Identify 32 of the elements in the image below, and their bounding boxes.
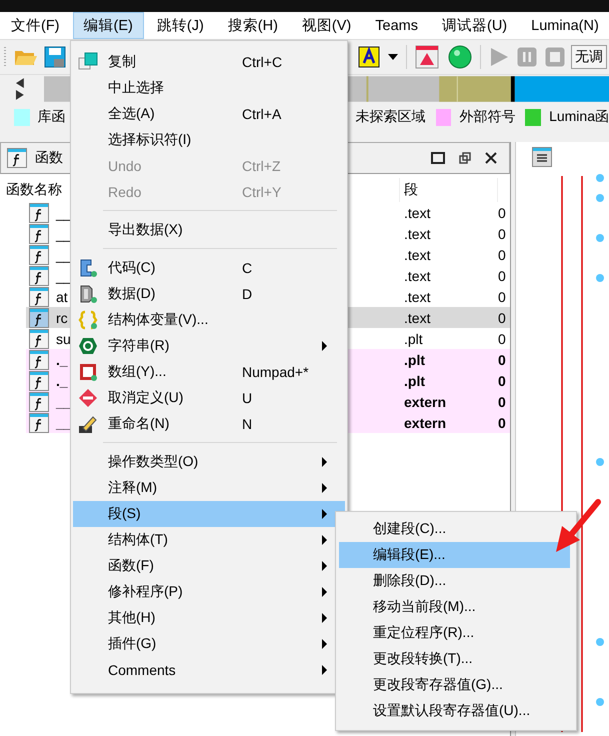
table-cell: .plt xyxy=(404,330,423,346)
table-cell: .text xyxy=(404,310,430,326)
table-cell: 0 xyxy=(498,352,506,368)
table-cell: 0 xyxy=(498,372,506,388)
panel-title: 函数 xyxy=(35,149,63,167)
table-cell: ._ xyxy=(56,372,68,388)
table-cell: su xyxy=(56,330,71,346)
table-cell: 0 xyxy=(498,414,506,430)
table-cell: 0 xyxy=(498,204,506,220)
table-cell: 0 xyxy=(498,288,506,304)
table-cell: 0 xyxy=(498,246,506,262)
table-cell: rc xyxy=(56,310,68,326)
table-cell: 0 xyxy=(498,310,506,326)
table-cell: ._ xyxy=(56,352,68,368)
table-cell: .text xyxy=(404,204,430,220)
table-cell: .text xyxy=(404,268,430,284)
legend-label: 库函 xyxy=(38,108,66,126)
table-cell: .text xyxy=(404,288,430,304)
legend-label: 外部符号 xyxy=(459,108,516,126)
table-cell: .text xyxy=(404,226,430,242)
table-cell: .text xyxy=(404,246,430,262)
table-cell: 0 xyxy=(498,226,506,242)
legend-label: Lumina函 xyxy=(549,108,609,126)
table-cell: extern xyxy=(404,394,446,410)
table-cell: 0 xyxy=(498,330,506,346)
table-cell: .plt xyxy=(404,372,425,388)
table-cell: 0 xyxy=(498,268,506,284)
table-cell: extern xyxy=(404,414,446,430)
table-cell: 0 xyxy=(498,394,506,410)
legend-label: 未探索区域 xyxy=(356,108,426,126)
table-cell: at xyxy=(56,288,68,304)
table-cell: .plt xyxy=(404,352,425,368)
